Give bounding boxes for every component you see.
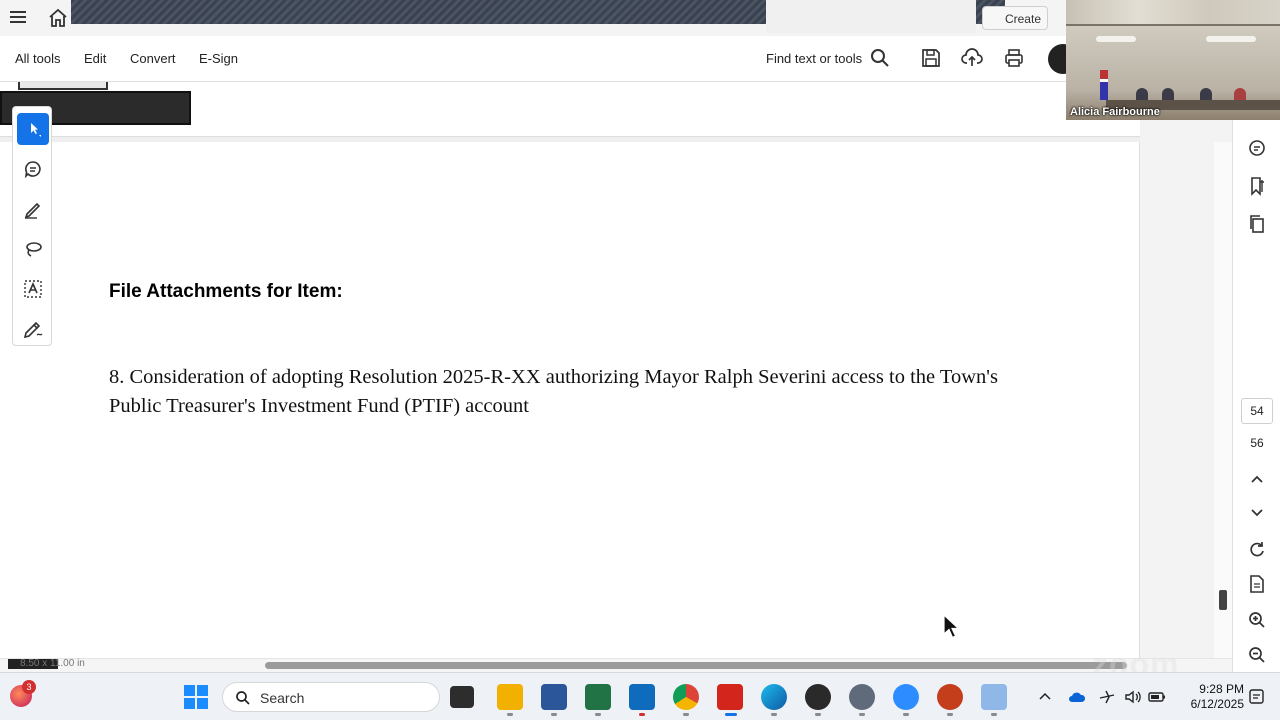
clock-time: 9:28 PM	[1199, 682, 1244, 696]
zoom-in-icon[interactable]	[1247, 610, 1267, 630]
bookmark-icon[interactable]	[1247, 176, 1267, 196]
app-top-bar: Create	[0, 0, 1066, 36]
notification-center-icon[interactable]	[1248, 688, 1266, 706]
vertical-scroll-thumb[interactable]	[1219, 590, 1227, 610]
pen-icon	[24, 202, 41, 219]
acrobat-icon[interactable]	[717, 684, 743, 710]
ai-assistant-icon[interactable]	[1247, 138, 1267, 158]
save-icon[interactable]	[920, 47, 942, 69]
fit-page-icon[interactable]	[1247, 574, 1267, 594]
print-icon[interactable]	[1003, 47, 1025, 69]
page-size-label: 8.50 x 11.00 in	[20, 658, 85, 669]
participant-name: Alicia Fairbourne	[1070, 106, 1160, 118]
menu-e-sign[interactable]: E-Sign	[199, 51, 238, 66]
active-tab[interactable]	[766, 0, 976, 33]
create-button[interactable]: Create	[982, 6, 1048, 30]
chevron-up-icon[interactable]	[1247, 470, 1267, 490]
draw-tool-button[interactable]	[17, 193, 49, 225]
snipping-tool-icon[interactable]	[981, 684, 1007, 710]
total-pages: 56	[1250, 436, 1264, 450]
chevron-down-icon[interactable]	[1247, 502, 1267, 522]
comment-icon	[24, 161, 41, 179]
volume-icon[interactable]	[1124, 688, 1142, 706]
chrome-icon[interactable]	[673, 684, 699, 710]
rotate-icon[interactable]	[1247, 540, 1267, 560]
task-view-icon[interactable]	[450, 686, 474, 708]
select-tool-button[interactable]	[17, 113, 49, 145]
find-text-or-tools-button[interactable]: Find text or tools	[766, 51, 862, 66]
notification-badge: 3	[22, 680, 36, 694]
system-clock[interactable]: 9:28 PM 6/12/2025	[1180, 682, 1244, 712]
taskbar-search-box[interactable]: Search	[222, 682, 440, 712]
search-icon[interactable]	[869, 47, 891, 69]
word-icon[interactable]	[541, 684, 567, 710]
windows-start-icon[interactable]	[184, 685, 208, 709]
mouse-cursor-icon	[943, 613, 961, 645]
upload-cloud-icon[interactable]	[961, 47, 983, 69]
file-explorer-icon[interactable]	[497, 684, 523, 710]
lasso-tool-button[interactable]	[17, 233, 49, 265]
cursor-arrow-icon	[31, 123, 41, 137]
sign-pen-icon	[23, 321, 43, 339]
toolbar-tab	[18, 82, 108, 90]
comment-tool-button[interactable]	[17, 153, 49, 185]
menu-edit[interactable]: Edit	[84, 51, 106, 66]
video-thumbnail[interactable]: Alicia Fairbourne	[1066, 0, 1280, 120]
quick-tools-rail	[12, 106, 52, 346]
agenda-item-text: 8. Consideration of adopting Resolution …	[109, 366, 998, 417]
document-tabs-redacted	[71, 0, 1005, 33]
status-bar: 8.50 x 11.00 in	[0, 658, 1232, 672]
home-icon[interactable]	[46, 6, 70, 30]
text-recognition-tool-button[interactable]	[17, 273, 49, 305]
clock-date: 6/12/2025	[1190, 697, 1244, 711]
zoom-app-icon[interactable]	[893, 684, 919, 710]
airplane-mode-icon[interactable]	[1098, 688, 1116, 706]
onedrive-cloud-icon[interactable]	[1068, 688, 1086, 706]
search-icon	[236, 691, 250, 705]
chevron-up-icon[interactable]	[1036, 688, 1054, 706]
horizontal-scroll-thumb[interactable]	[265, 662, 1127, 669]
obs-icon[interactable]	[805, 684, 831, 710]
current-page-number[interactable]: 54	[1241, 398, 1273, 424]
menu-all-tools[interactable]: All tools	[15, 51, 61, 66]
windows-taskbar: 3 Search 9:28 PM 6/12/2025	[0, 672, 1280, 720]
video-top-strip	[1066, 0, 1280, 26]
excel-icon[interactable]	[585, 684, 611, 710]
hamburger-menu-icon[interactable]	[10, 8, 32, 28]
right-panel-rail: 54 56	[1232, 120, 1280, 672]
menu-convert[interactable]: Convert	[130, 51, 176, 66]
edge-icon[interactable]	[761, 684, 787, 710]
taskbar-search-label: Search	[260, 690, 305, 706]
flag-icon	[1100, 70, 1108, 100]
zoom-out-icon[interactable]	[1247, 645, 1267, 665]
settings-icon[interactable]	[849, 684, 875, 710]
battery-icon[interactable]	[1148, 688, 1166, 706]
menu-bar: All tools Edit Convert E-Sign Find text …	[0, 36, 1078, 82]
vertical-scrollbar[interactable]	[1214, 142, 1232, 658]
sign-tool-button[interactable]	[17, 313, 49, 345]
page-heading: File Attachments for Item:	[109, 281, 343, 302]
powerpoint-icon[interactable]	[937, 684, 963, 710]
outlook-icon[interactable]	[629, 684, 655, 710]
text-box-icon	[24, 280, 42, 298]
lasso-icon	[26, 242, 42, 257]
copy-pages-icon[interactable]	[1247, 214, 1267, 234]
